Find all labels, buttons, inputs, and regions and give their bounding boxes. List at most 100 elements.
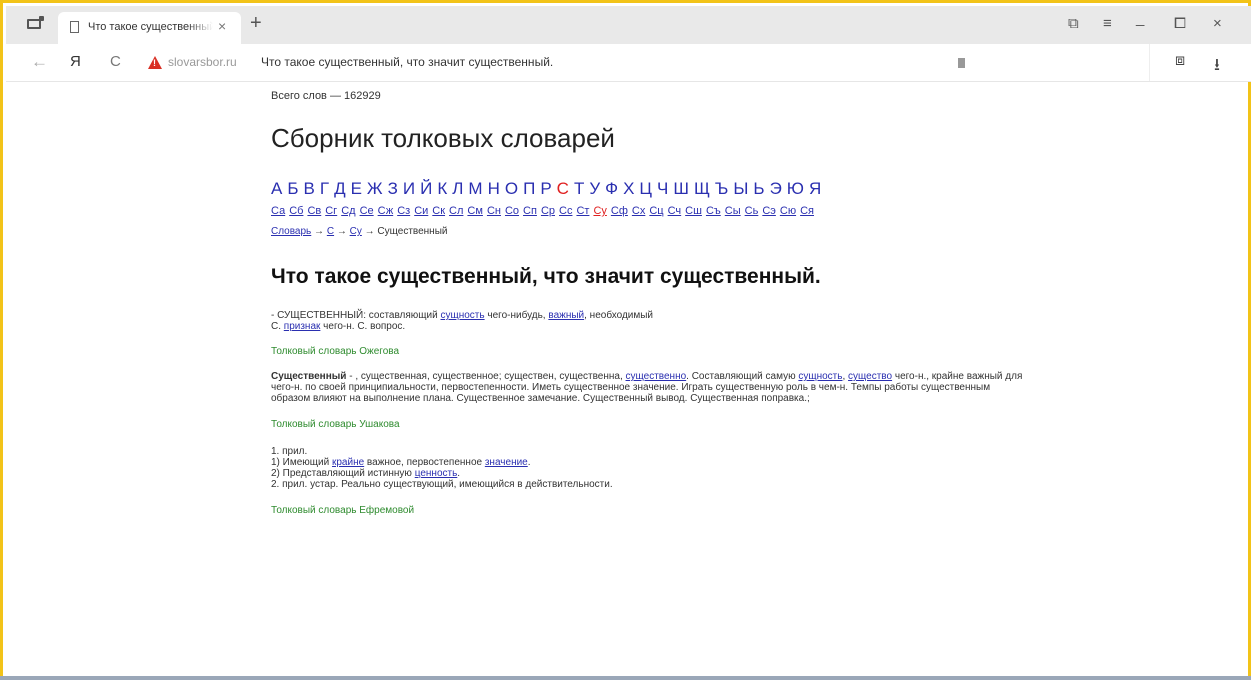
back-button[interactable]: ← [31, 52, 48, 72]
definition-efremova: 1. прил. 1) Имеющий крайне важное, перво… [271, 446, 1031, 490]
subletter-link[interactable]: Сф [611, 205, 628, 217]
subletter-link[interactable]: Со [505, 205, 519, 217]
letter-link[interactable]: Н [488, 179, 500, 198]
letter-link[interactable]: Я [809, 179, 821, 198]
subletter-link[interactable]: Ся [800, 205, 814, 217]
subletter-link[interactable]: Сх [632, 205, 645, 217]
subletter-link[interactable]: Сш [685, 205, 702, 217]
letter-link[interactable]: Щ [694, 179, 710, 198]
letter-link[interactable]: Ю [787, 179, 804, 198]
definition-text: 1. прил. [271, 446, 308, 457]
letter-link[interactable]: З [388, 179, 398, 198]
subletter-link[interactable]: Ск [432, 205, 445, 217]
tabs-overview-icon[interactable] [27, 16, 44, 29]
letter-link[interactable]: У [589, 179, 600, 198]
term-link[interactable]: крайне [332, 457, 364, 468]
download-icon[interactable]: ⭳ [1214, 52, 1220, 81]
site-title: Сборник толковых словарей [271, 123, 615, 153]
subletter-link[interactable]: Сс [559, 205, 572, 217]
subletter-link[interactable]: Сь [745, 205, 759, 217]
breadcrumb-arrow: → [334, 226, 350, 237]
letter-link[interactable]: В [304, 179, 315, 198]
subletter-link[interactable]: Сы [725, 205, 741, 217]
letter-link[interactable]: Р [540, 179, 551, 198]
letter-link[interactable]: Й [420, 179, 432, 198]
subletter-link[interactable]: Съ [706, 205, 721, 217]
definition-text: - , существенная, существенное; существе… [346, 371, 626, 382]
close-window-button[interactable]: × [1213, 15, 1222, 32]
term-link[interactable]: существо [848, 371, 892, 382]
letter-link[interactable]: И [403, 179, 415, 198]
subletter-link[interactable]: Са [271, 205, 285, 217]
breadcrumb-dictionary[interactable]: Словарь [271, 226, 311, 237]
translate-icon[interactable]: ⧈ [1175, 52, 1185, 70]
menu-icon[interactable]: ≡ [1103, 15, 1112, 32]
letter-link[interactable]: Э [770, 179, 782, 198]
letter-link[interactable]: Б [287, 179, 298, 198]
subletter-link[interactable]: Се [360, 205, 374, 217]
letter-link[interactable]: Ш [673, 179, 689, 198]
bookmark-icon[interactable] [958, 58, 965, 68]
restore-button[interactable]: ⧠ [1174, 15, 1186, 32]
browser-tab-active[interactable]: Что такое существенный, что значит сущес… [58, 12, 241, 44]
letter-link[interactable]: Т [574, 179, 584, 198]
subletter-link[interactable]: Сж [378, 205, 394, 217]
letter-link[interactable]: К [437, 179, 447, 198]
source-efremova: Толковый словарь Ефремовой [271, 505, 415, 516]
letter-link[interactable]: С [557, 179, 569, 198]
subletter-link[interactable]: Сн [487, 205, 501, 217]
headword: Существенный [271, 371, 347, 382]
letter-link[interactable]: Ъ [715, 179, 728, 198]
tab-close-icon[interactable]: × [218, 18, 226, 34]
subletter-link[interactable]: Ст [576, 205, 589, 217]
letter-link[interactable]: О [505, 179, 518, 198]
term-link[interactable]: признак [284, 321, 321, 332]
letter-link[interactable]: А [271, 179, 282, 198]
letter-link[interactable]: Г [320, 179, 329, 198]
subletter-link[interactable]: Сп [523, 205, 537, 217]
term-link[interactable]: важный [548, 310, 584, 321]
subletter-link[interactable]: См [467, 205, 483, 217]
minimize-button[interactable]: _ [1136, 10, 1144, 27]
yandex-logo[interactable]: Я [70, 53, 81, 70]
subletter-link[interactable]: Си [414, 205, 428, 217]
letter-link[interactable]: Ч [657, 179, 668, 198]
term-link[interactable]: значение [485, 457, 528, 468]
subletter-link[interactable]: Св [307, 205, 321, 217]
letter-link[interactable]: Ь [753, 179, 764, 198]
new-tab-button[interactable]: + [250, 12, 262, 35]
subletter-link[interactable]: Сц [649, 205, 663, 217]
tablo-icon[interactable]: ⧉ [1068, 15, 1079, 32]
warning-icon[interactable] [148, 56, 162, 69]
letter-link[interactable]: Ж [367, 179, 383, 198]
subletter-link[interactable]: Сч [668, 205, 682, 217]
breadcrumb-sub[interactable]: Су [350, 226, 362, 237]
divider [1149, 44, 1150, 81]
term-link[interactable]: ценность [415, 468, 458, 479]
letter-link[interactable]: П [523, 179, 535, 198]
letter-link[interactable]: Х [623, 179, 634, 198]
reload-button[interactable]: C [110, 53, 121, 70]
subletter-link[interactable]: Сд [341, 205, 355, 217]
letter-link[interactable]: Ф [605, 179, 618, 198]
term-link[interactable]: существенно [626, 371, 687, 382]
letter-link[interactable]: Д [334, 179, 346, 198]
subletter-link[interactable]: Сб [289, 205, 303, 217]
letter-link[interactable]: Ы [733, 179, 748, 198]
subletter-link[interactable]: Сг [325, 205, 337, 217]
subletter-link[interactable]: Ср [541, 205, 555, 217]
url-domain[interactable]: slovarsbor.ru [168, 55, 237, 69]
subletter-link[interactable]: Сэ [762, 205, 776, 217]
letter-link[interactable]: Ц [639, 179, 652, 198]
letter-link[interactable]: Л [452, 179, 463, 198]
term-link[interactable]: сущность [798, 371, 842, 382]
term-link[interactable]: сущность [441, 310, 485, 321]
subletter-link[interactable]: Сз [397, 205, 410, 217]
subletter-link[interactable]: Сю [780, 205, 796, 217]
url-page-title[interactable]: Что такое существенный, что значит сущес… [261, 55, 553, 69]
subletter-link[interactable]: Су [593, 205, 606, 217]
letter-link[interactable]: Е [351, 179, 362, 198]
letter-link[interactable]: М [468, 179, 482, 198]
breadcrumb-letter[interactable]: С [327, 226, 334, 237]
subletter-link[interactable]: Сл [449, 205, 463, 217]
